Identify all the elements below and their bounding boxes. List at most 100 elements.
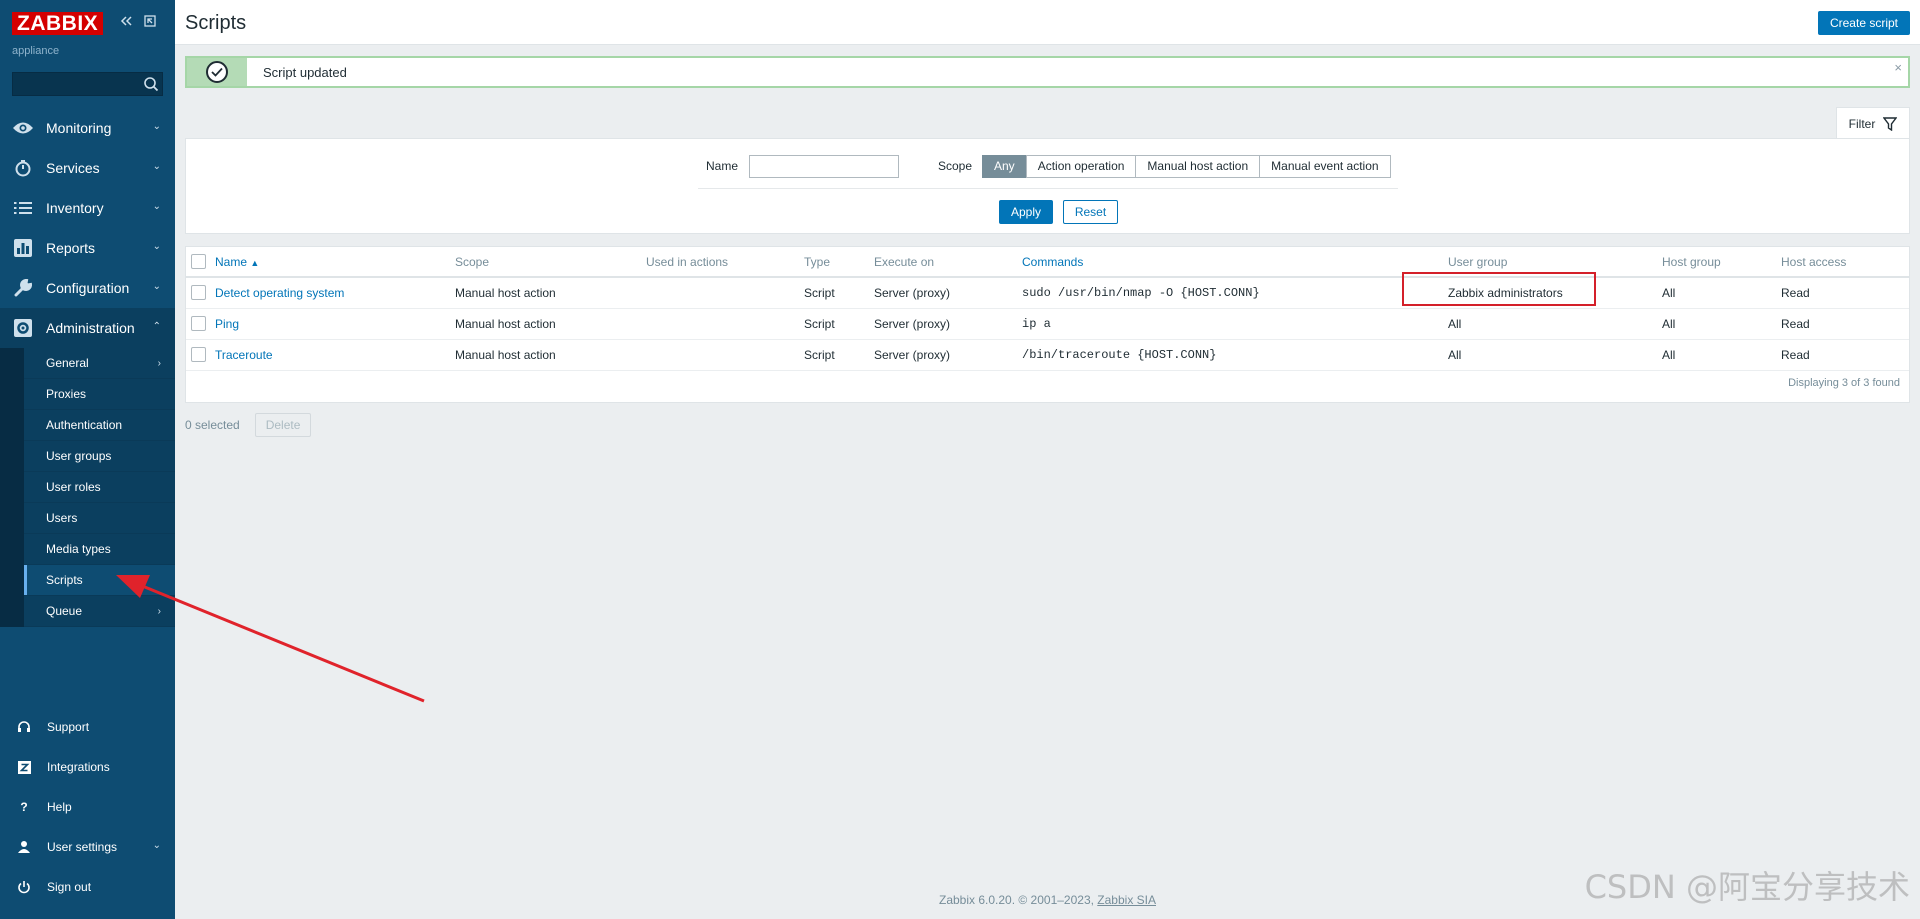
delete-button[interactable]: Delete [254, 413, 312, 437]
create-script-button[interactable]: Create script [1817, 11, 1910, 35]
check-circle-icon [206, 61, 228, 83]
search-icon[interactable] [143, 76, 159, 92]
submenu-label: General [46, 356, 89, 370]
script-name-link[interactable]: Ping [215, 317, 239, 331]
submenu-users[interactable]: Users [24, 503, 175, 534]
filter-icon [1883, 116, 1898, 131]
script-name-link[interactable]: Detect operating system [215, 286, 344, 300]
eye-icon [12, 117, 34, 139]
submenu-queue[interactable]: Queue › [24, 596, 175, 627]
commands-cell: ip a [1022, 308, 1448, 340]
menu-user-settings[interactable]: User settings ⌄ [0, 827, 175, 867]
type-cell: Script [804, 308, 874, 340]
collapse-sidebar-icon[interactable] [118, 14, 134, 30]
reset-button[interactable]: Reset [1063, 200, 1118, 224]
menu-reports[interactable]: Reports ⌄ [0, 228, 175, 268]
user-icon [16, 839, 32, 855]
scope-option-manual-host-action[interactable]: Manual host action [1135, 155, 1260, 178]
scope-option-any[interactable]: Any [982, 155, 1026, 178]
submenu-proxies[interactable]: Proxies [24, 379, 175, 410]
name-filter-input[interactable] [749, 155, 899, 178]
host-access-cell: Read [1781, 308, 1909, 340]
question-icon: ? [20, 800, 28, 814]
gear-icon [12, 317, 34, 339]
chevron-down-icon: ⌄ [152, 241, 161, 252]
used-in-actions-cell [646, 308, 804, 340]
selected-count: 0 selected [185, 418, 240, 432]
filter-panel: Name Scope Any Action operation Manual h… [185, 138, 1910, 234]
main-menu: Monitoring ⌄ Services ⌄ Inventory ⌄ Repo… [0, 108, 175, 627]
chevron-down-icon: ⌄ [152, 161, 161, 172]
menu-administration[interactable]: Administration ⌃ [0, 308, 175, 348]
table-row: Ping Manual host action Script Server (p… [186, 308, 1909, 340]
row-checkbox[interactable] [191, 285, 206, 301]
chevron-down-icon: ⌄ [152, 201, 161, 212]
submenu-label: Authentication [46, 418, 123, 432]
menu-monitoring[interactable]: Monitoring ⌄ [0, 108, 175, 148]
script-name-link[interactable]: Traceroute [215, 348, 273, 362]
footer-link[interactable]: Zabbix SIA [1097, 893, 1156, 907]
column-name[interactable]: Name ▲ [215, 247, 455, 278]
execute-on-cell: Server (proxy) [874, 308, 1022, 340]
search-input[interactable] [13, 73, 133, 95]
row-select-cell [186, 308, 215, 340]
menu-label: Help [47, 800, 72, 814]
scope-cell: Manual host action [455, 308, 646, 340]
used-in-actions-cell [646, 339, 804, 371]
name-cell: Traceroute [215, 339, 455, 371]
submenu-authentication[interactable]: Authentication [24, 410, 175, 441]
menu-sign-out[interactable]: Sign out [0, 867, 175, 907]
menu-configuration[interactable]: Configuration ⌄ [0, 268, 175, 308]
menu-help[interactable]: ? Help [0, 787, 175, 827]
close-icon[interactable]: × [1894, 60, 1902, 75]
kiosk-mode-icon[interactable] [142, 14, 158, 30]
commands-cell: /bin/traceroute {HOST.CONN} [1022, 339, 1448, 371]
page-header: Scripts Create script [175, 0, 1920, 45]
menu-support[interactable]: Support [0, 707, 175, 747]
user-group-cell: All [1448, 339, 1662, 371]
menu-inventory[interactable]: Inventory ⌄ [0, 188, 175, 228]
column-used-in-actions: Used in actions [646, 247, 804, 278]
zabbix-z-icon [16, 759, 32, 775]
used-in-actions-cell [646, 277, 804, 309]
menu-label: Administration [46, 320, 135, 336]
filter-tab[interactable]: Filter [1836, 107, 1910, 139]
column-name-label: Name [215, 254, 248, 269]
chevron-down-icon: ⌄ [152, 281, 161, 292]
filter-tab-label: Filter [1848, 116, 1876, 131]
submenu-general[interactable]: General › [24, 348, 175, 379]
menu-services[interactable]: Services ⌄ [0, 148, 175, 188]
scope-option-manual-event-action[interactable]: Manual event action [1259, 155, 1391, 178]
submenu-user-roles[interactable]: User roles [24, 472, 175, 503]
submenu-media-types[interactable]: Media types [24, 534, 175, 565]
submenu-user-groups[interactable]: User groups [24, 441, 175, 472]
menu-label: Services [46, 160, 100, 176]
stopwatch-icon [12, 157, 34, 179]
menu-integrations[interactable]: Integrations [0, 747, 175, 787]
column-host-group: Host group [1662, 247, 1781, 278]
column-type: Type [804, 247, 874, 278]
watermark: CSDN @阿宝分享技术 [1584, 868, 1910, 906]
paging-info: Displaying 3 of 3 found [1788, 377, 1900, 389]
select-all-checkbox[interactable] [191, 254, 206, 270]
apply-button[interactable]: Apply [999, 200, 1053, 224]
zabbix-logo[interactable]: ZABBIX [12, 12, 104, 35]
menu-label: Sign out [47, 880, 92, 894]
column-commands[interactable]: Commands [1022, 247, 1448, 278]
host-group-cell: All [1662, 308, 1781, 340]
menu-label: Inventory [46, 200, 104, 216]
submenu-label: User groups [46, 449, 112, 463]
row-checkbox[interactable] [191, 347, 206, 363]
host-access-cell: Read [1781, 277, 1909, 309]
user-group-cell: Zabbix administrators [1448, 277, 1662, 309]
table-header-row: Name ▲ Scope Used in actions Type Execut… [186, 247, 1909, 278]
menu-label: Support [47, 720, 90, 734]
success-message: Script updated × [185, 56, 1910, 88]
row-select-cell [186, 277, 215, 309]
submenu-scripts[interactable]: Scripts [24, 565, 175, 596]
row-checkbox[interactable] [191, 316, 206, 332]
user-group-cell: All [1448, 308, 1662, 340]
scope-option-action-operation[interactable]: Action operation [1025, 155, 1136, 178]
filter-divider [698, 188, 1398, 189]
list-icon [12, 197, 34, 219]
